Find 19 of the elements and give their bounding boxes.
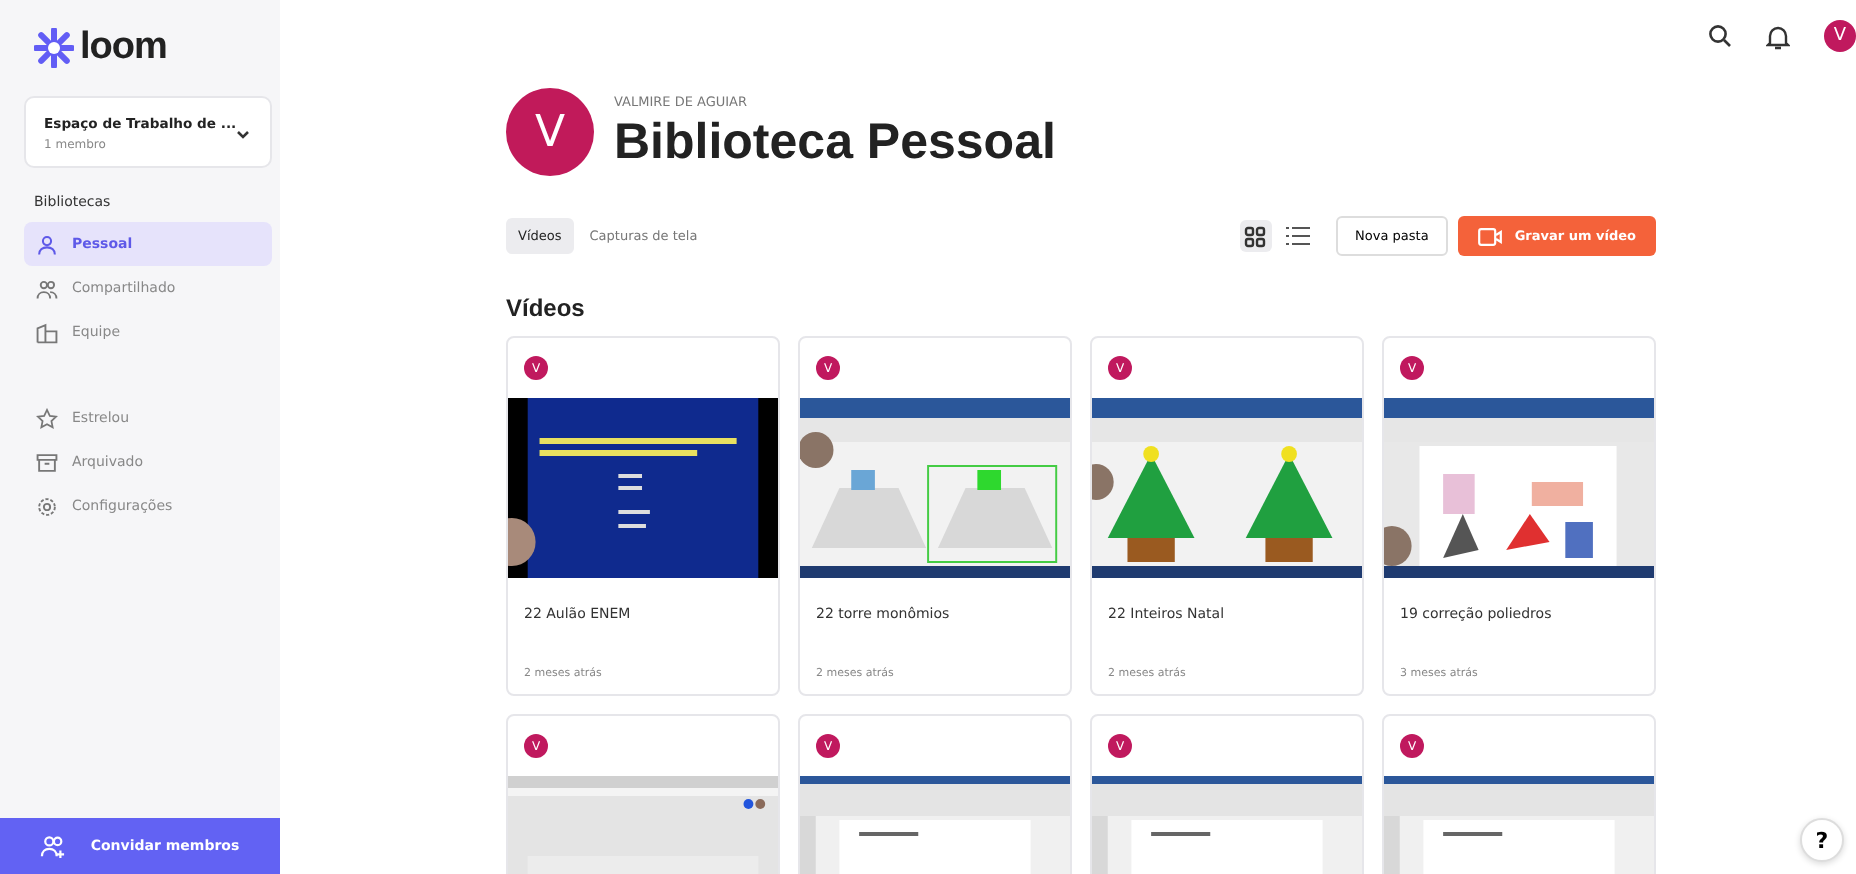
page-title: Biblioteca Pessoal: [614, 113, 1056, 171]
search-icon[interactable]: [1708, 24, 1732, 48]
camera-icon: [1478, 227, 1503, 245]
bell-icon[interactable]: [1766, 23, 1790, 49]
logo-icon: [34, 28, 74, 68]
user-avatar[interactable]: V: [1824, 20, 1856, 52]
settings-icon: [36, 495, 58, 517]
archive-icon: [36, 451, 58, 473]
library-avatar: V: [506, 88, 594, 176]
chevron-icon: [236, 129, 251, 139]
grid-view-icon[interactable]: [1239, 220, 1272, 252]
section-title: Vídeos: [506, 294, 587, 322]
logo-text: loom: [80, 26, 167, 70]
building-icon: [36, 321, 58, 343]
add-people-icon: [40, 834, 67, 858]
people-icon: [36, 277, 58, 299]
star-icon: [36, 407, 58, 429]
help-button[interactable]: ?: [1800, 818, 1844, 862]
person-icon: [36, 233, 58, 255]
